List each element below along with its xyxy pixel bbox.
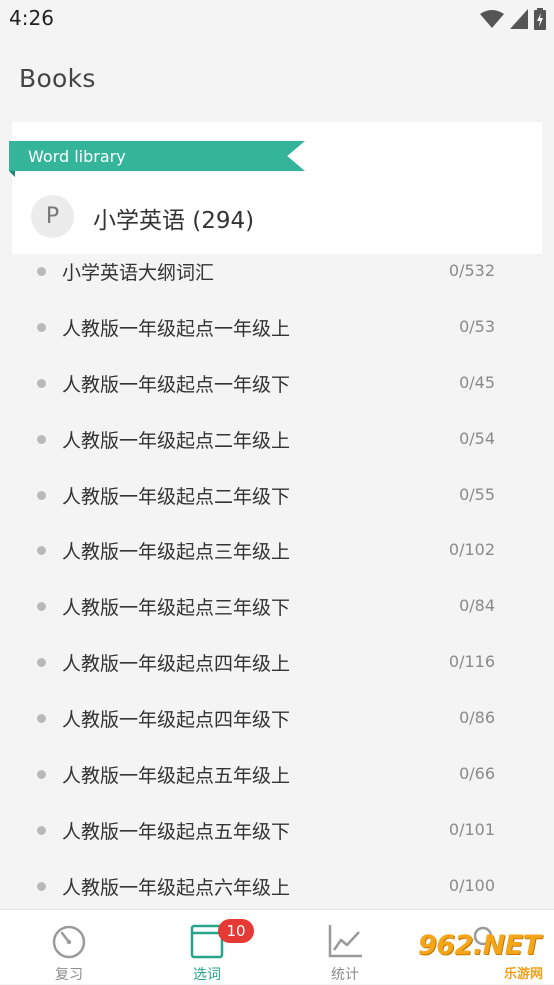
bullet-icon — [37, 770, 46, 780]
bullet-icon — [37, 881, 46, 891]
bullet-icon — [37, 602, 46, 612]
book-progress: 0/86 — [459, 708, 495, 728]
book-progress: 0/55 — [459, 484, 495, 504]
tab-stats[interactable]: 统计 — [276, 910, 414, 985]
status-bar: 4:26 — [0, 0, 554, 40]
book-name: 人教版一年级起点六年级上 — [62, 876, 291, 899]
bullet-icon — [37, 490, 46, 500]
list-item[interactable]: 人教版一年级起点四年级下 0/86 — [0, 691, 554, 747]
tab-select-words[interactable]: 选词 — [138, 910, 276, 985]
ribbon-label: Word library — [28, 147, 126, 166]
wifi-icon — [480, 10, 504, 28]
book-progress: 0/53 — [459, 316, 495, 336]
list-item[interactable]: 人教版一年级起点三年级上 0/102 — [0, 523, 554, 579]
tab-stats-label: 统计 — [331, 967, 359, 983]
bullet-icon — [37, 825, 46, 835]
list-item[interactable]: 人教版一年级起点一年级上 0/53 — [0, 300, 554, 356]
book-name: 人教版一年级起点五年级上 — [62, 765, 291, 788]
bullet-icon — [37, 714, 46, 724]
bullet-icon — [37, 434, 46, 444]
book-name: 人教版一年级起点四年级上 — [62, 653, 291, 676]
book-progress: 0/532 — [448, 261, 495, 280]
book-name: 人教版一年级起点四年级下 — [62, 709, 291, 732]
tab-review-label: 复习 — [55, 967, 83, 983]
bullet-icon — [37, 546, 46, 556]
list-item[interactable]: 人教版一年级起点五年级下 0/101 — [0, 803, 554, 859]
book-name: 小学英语大纲词汇 — [62, 262, 215, 284]
bullet-icon — [37, 322, 46, 332]
page-title: Books — [19, 64, 96, 93]
book-name: 人教版一年级起点二年级下 — [62, 485, 291, 508]
book-name: 人教版一年级起点三年级上 — [62, 541, 291, 564]
list-item[interactable]: 人教版一年级起点三年级下 0/84 — [0, 579, 554, 635]
battery-charging-icon — [534, 8, 546, 30]
bullet-icon — [37, 267, 46, 276]
list-item[interactable]: 小学英语大纲词汇 0/532 — [0, 244, 554, 300]
tab-review[interactable]: 复习 — [0, 910, 138, 985]
book-progress: 0/45 — [459, 372, 495, 392]
bullet-icon — [37, 658, 46, 668]
book-name: 人教版一年级起点五年级下 — [62, 820, 291, 843]
notification-badge: 10 — [218, 919, 254, 943]
book-name: 人教版一年级起点二年级上 — [62, 429, 291, 452]
list-item[interactable]: 人教版一年级起点四年级上 0/116 — [0, 635, 554, 691]
book-progress: 0/100 — [448, 875, 495, 895]
dial-icon — [50, 923, 88, 959]
book-name: 人教版一年级起点一年级上 — [62, 317, 291, 340]
book-progress: 0/102 — [448, 540, 495, 560]
list-item[interactable]: 人教版一年级起点五年级上 0/66 — [0, 747, 554, 803]
group-title[interactable]: 小学英语 (294) — [93, 201, 254, 235]
list-item[interactable]: 人教版一年级起点一年级下 0/45 — [0, 356, 554, 412]
cell-signal-icon — [510, 9, 528, 29]
status-time: 4:26 — [9, 6, 54, 30]
watermark-logo-text: 962.NET — [418, 930, 541, 961]
list-item[interactable]: 人教版一年级起点二年级下 0/55 — [0, 468, 554, 524]
status-icons — [480, 8, 546, 30]
book-progress: 0/66 — [459, 764, 495, 784]
list-item[interactable]: 人教版一年级起点六年级上 0/100 — [0, 859, 554, 915]
book-name: 人教版一年级起点三年级下 — [62, 597, 291, 620]
book-progress: 0/116 — [448, 652, 495, 672]
book-progress: 0/101 — [448, 819, 495, 839]
book-list: 小学英语大纲词汇 0/532 人教版一年级起点一年级上 0/53 人教版一年级起… — [0, 244, 554, 915]
watermark-sub-text: 乐游网 — [504, 967, 544, 982]
group-avatar: P — [31, 195, 74, 238]
list-item[interactable]: 人教版一年级起点二年级上 0/54 — [0, 412, 554, 468]
site-watermark: 962.NET 乐游网 — [412, 930, 554, 984]
tab-select-words-label: 选词 — [193, 967, 221, 983]
chart-icon — [326, 923, 364, 959]
book-progress: 0/84 — [459, 596, 495, 616]
book-progress: 0/54 — [459, 428, 495, 448]
avatar-letter: P — [45, 204, 60, 229]
bullet-icon — [37, 378, 46, 388]
book-name: 人教版一年级起点一年级下 — [62, 373, 291, 396]
